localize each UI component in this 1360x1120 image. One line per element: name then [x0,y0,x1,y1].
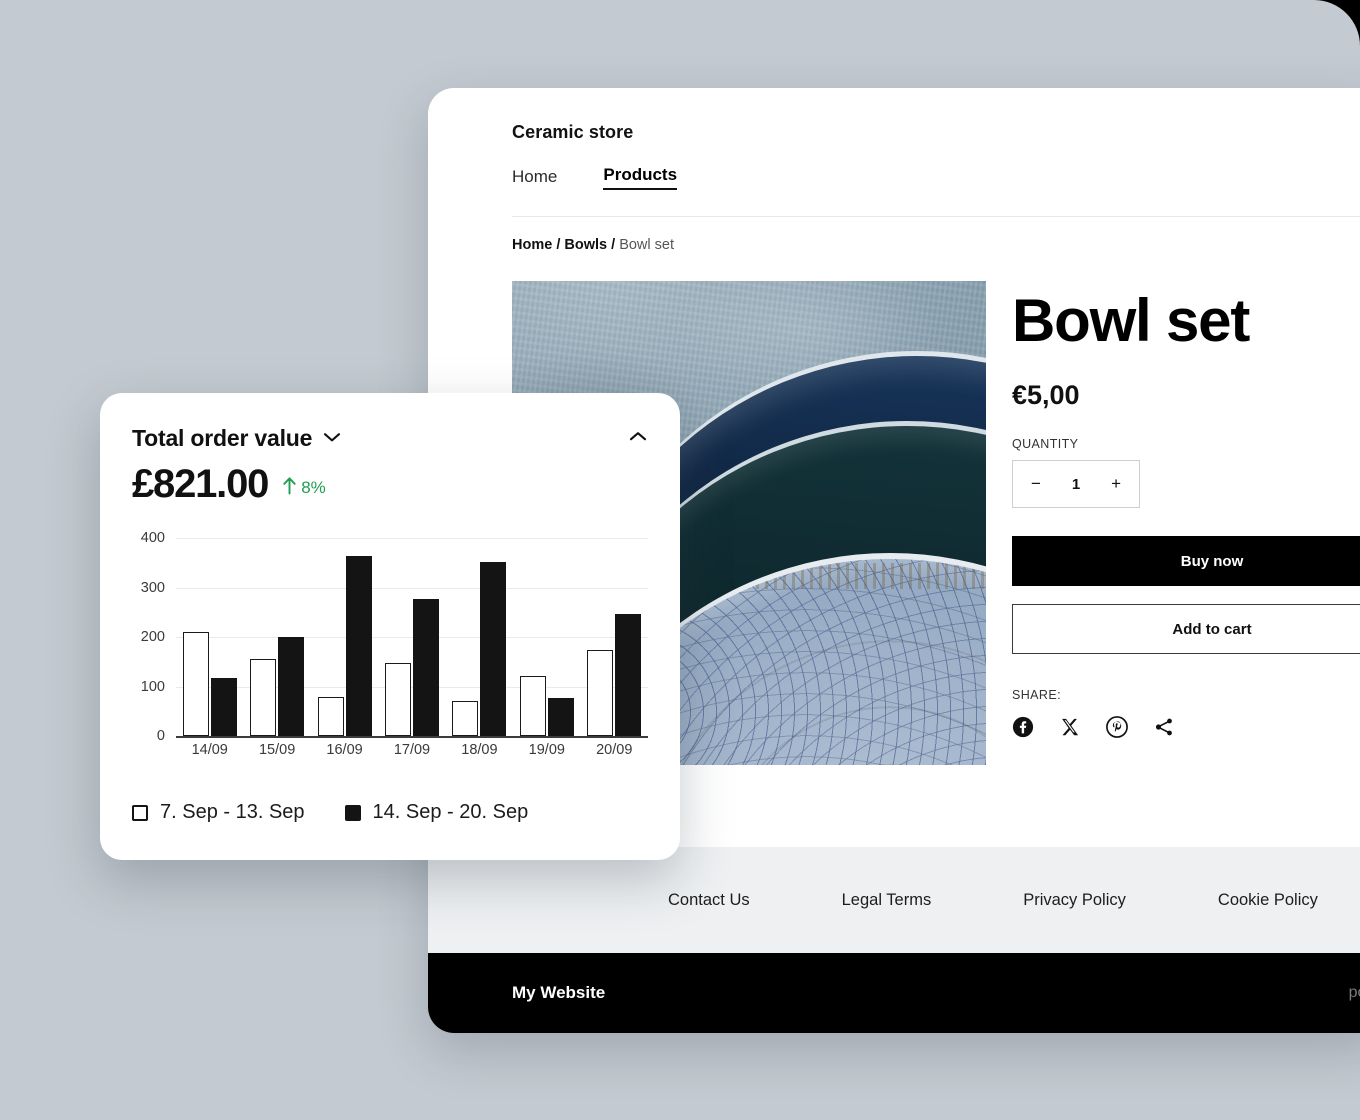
bar-group[interactable] [446,538,513,736]
kpi-row: £821.00 8% [132,464,648,504]
bar[interactable] [210,677,237,736]
bar-chart: 0 100 200 300 400 14/09 15/09 16/09 17/09 18/09 1… [132,530,648,770]
bar[interactable] [480,561,507,736]
facebook-icon[interactable] [1012,716,1034,743]
bar[interactable] [412,599,439,736]
share-label: SHARE: [1012,688,1061,702]
breadcrumb-separator: / [611,237,616,253]
quantity-increment-button[interactable]: + [1111,474,1121,494]
delta-value: 8% [301,478,326,497]
quantity-stepper[interactable]: − 1 + [1012,460,1140,508]
chevron-up-icon[interactable] [628,430,648,448]
share-row [1012,716,1360,743]
x-axis-labels: 14/09 15/09 16/09 17/09 18/09 19/09 20/09 [176,742,648,758]
legend-label: 14. Sep - 20. Sep [372,801,529,823]
bar[interactable] [615,613,642,736]
breadcrumb-separator: / [556,237,561,253]
share-icon[interactable] [1153,716,1175,743]
product-info: Bowl set €5,00 QUANTITY − 1 + Buy now Ad… [1012,281,1360,765]
store-name: Ceramic store [512,122,634,142]
bar[interactable] [547,698,574,736]
legend-item-previous-period[interactable]: 7. Sep - 13. Sep [132,801,305,824]
x-axis-tick-label: 17/09 [393,742,431,758]
bar[interactable] [250,659,277,736]
analytics-card: Total order value £821.00 8% 0 100 200 3… [100,393,680,860]
quantity-decrement-button[interactable]: − [1031,474,1041,494]
kpi-value: £821.00 [132,462,269,506]
x-twitter-icon[interactable] [1059,716,1081,743]
bar[interactable] [519,675,546,736]
screenshot-canvas: Ceramic store Home Products Home / Bowls… [0,0,1360,1120]
quantity-value[interactable]: 1 [1072,476,1080,493]
nav-item-products[interactable]: Products [603,165,678,190]
x-axis-tick-label: 15/09 [258,742,296,758]
y-axis-tick-label: 100 [140,678,165,695]
legend-swatch-hollow [132,804,148,821]
footer-link-privacy-policy[interactable]: Privacy Policy [1023,891,1126,910]
pinterest-icon[interactable] [1106,716,1128,743]
footer-link-legal-terms[interactable]: Legal Terms [842,891,932,910]
y-axis-tick-label: 200 [140,629,165,645]
bar-group[interactable] [243,538,310,736]
quantity-label: QUANTITY [1012,437,1079,451]
site-header: Ceramic store Home Products [428,88,1360,217]
card-header: Total order value [132,425,648,452]
breadcrumb: Home / Bowls / Bowl set [428,217,1360,253]
legend-item-current-period[interactable]: 14. Sep - 20. Sep [344,801,529,824]
bar[interactable] [587,650,614,736]
metric-label: Total order value [132,425,313,451]
footer-bar: My Website powered [428,953,1360,1033]
x-axis-tick-label: 16/09 [326,742,363,758]
breadcrumb-item-current: Bowl set [619,237,674,253]
bar-groups [176,538,648,736]
footer-brand: My Website [512,983,606,1002]
bar-group[interactable] [581,538,648,736]
legend-label: 7. Sep - 13. Sep [160,801,305,823]
footer-links: Contact Us Legal Terms Privacy Policy Co… [428,847,1360,953]
x-axis-line: 0 [157,728,648,744]
bar[interactable] [452,701,479,736]
product-price: €5,00 [1012,380,1080,410]
main-nav: Home Products [512,165,1360,190]
y-axis-tick-label: 0 [156,728,165,744]
buy-now-button[interactable]: Buy now [1012,536,1360,586]
product-title: Bowl set [1012,287,1250,354]
plot-area: 0 100 200 300 400 [141,530,648,744]
footer-link-contact-us[interactable]: Contact Us [668,891,750,910]
bar[interactable] [317,696,344,736]
bar[interactable] [182,632,209,736]
footer-link-cookie-policy[interactable]: Cookie Policy [1218,891,1318,910]
bar-group[interactable] [513,538,580,736]
metric-selector[interactable]: Total order value [132,425,341,452]
add-to-cart-button[interactable]: Add to cart [1012,604,1360,654]
x-axis-tick-label: 20/09 [596,742,633,758]
legend-swatch-solid [344,804,361,821]
bar[interactable] [278,636,305,736]
arrow-up-icon [282,476,297,500]
x-axis-tick-label: 14/09 [191,742,228,758]
y-axis-tick-label: 300 [140,579,165,596]
bar[interactable] [345,556,372,736]
chevron-down-icon[interactable] [323,430,341,448]
status-badge: 8% [282,476,326,504]
bar-group[interactable] [176,538,243,736]
breadcrumb-item-home[interactable]: Home [512,237,552,253]
y-axis-tick-label: 400 [140,530,165,546]
chart-legend: 7. Sep - 13. Sep 14. Sep - 20. Sep [132,801,528,824]
nav-item-home[interactable]: Home [512,167,557,190]
powered-by-text: powered [1348,984,1360,1001]
x-axis-tick-label: 19/09 [528,742,565,758]
x-axis-tick-label: 18/09 [461,742,498,758]
breadcrumb-item-bowls[interactable]: Bowls [564,237,607,253]
bar[interactable] [384,662,411,736]
bar-group[interactable] [311,538,378,736]
bar-group[interactable] [378,538,445,736]
